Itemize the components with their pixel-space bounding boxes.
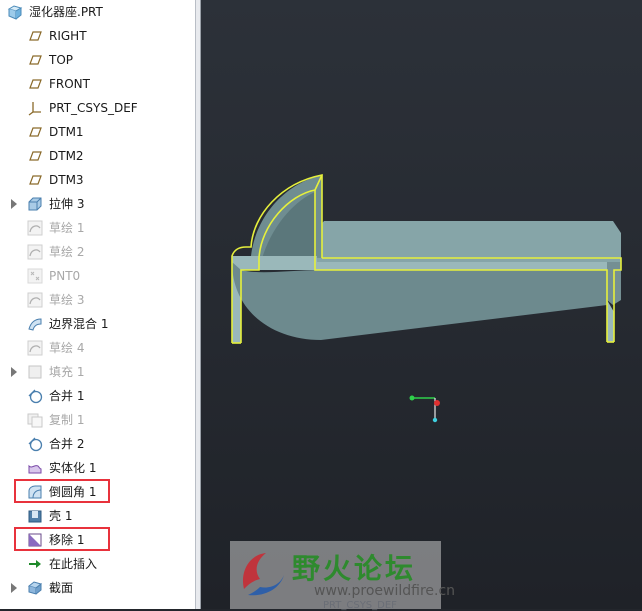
tree-item-label: 边界混合 1 bbox=[49, 317, 109, 331]
tree-item[interactable]: FRONT bbox=[0, 72, 195, 96]
sketch-icon bbox=[27, 340, 43, 356]
tree-item[interactable]: 壳 1 bbox=[0, 504, 195, 528]
merge-icon bbox=[27, 388, 43, 404]
copy-icon bbox=[27, 412, 43, 428]
watermark-url: www.proewildfire.cn bbox=[314, 583, 456, 599]
extrude-icon bbox=[27, 196, 43, 212]
datum-plane-icon bbox=[27, 148, 43, 164]
part-curved-face bbox=[232, 262, 607, 340]
tree-item-label: 合并 1 bbox=[49, 389, 85, 403]
tree-item[interactable]: DTM2 bbox=[0, 144, 195, 168]
tree-item-label: RIGHT bbox=[49, 29, 87, 43]
expand-arrow-icon[interactable] bbox=[11, 367, 17, 377]
tree-item-label: 截面 bbox=[49, 581, 74, 595]
tree-item[interactable]: 草绘 2 bbox=[0, 240, 195, 264]
tree-item[interactable]: PRT_CSYS_DEF bbox=[0, 96, 195, 120]
tree-item[interactable]: 边界混合 1 bbox=[0, 312, 195, 336]
fill-icon bbox=[27, 364, 43, 380]
csys-icon bbox=[27, 100, 43, 116]
tree-item[interactable]: DTM1 bbox=[0, 120, 195, 144]
tree-item[interactable]: DTM3 bbox=[0, 168, 195, 192]
tree-item-label: FRONT bbox=[49, 77, 90, 91]
tree-item[interactable]: 草绘 1 bbox=[0, 216, 195, 240]
tree-item[interactable]: 合并 2 bbox=[0, 432, 195, 456]
insert-here-arrow-icon bbox=[27, 556, 43, 572]
tree-item-label: PNT0 bbox=[49, 269, 81, 283]
tree-item-label: 合并 2 bbox=[49, 437, 85, 451]
graphics-viewport[interactable] bbox=[201, 0, 642, 609]
tree-item[interactable]: 拉伸 3 bbox=[0, 192, 195, 216]
remove-icon bbox=[27, 532, 43, 548]
part-model-3d bbox=[231, 174, 622, 423]
part-top-surface bbox=[317, 221, 621, 262]
csys-triad-icon bbox=[409, 395, 440, 423]
tree-item-label: DTM3 bbox=[49, 173, 84, 187]
datum-plane-icon bbox=[27, 28, 43, 44]
solidify-icon bbox=[27, 460, 43, 476]
tree-item-label: 草绘 4 bbox=[49, 341, 85, 355]
tree-item-label: 移除 1 bbox=[49, 533, 85, 547]
tree-item-label: 拉伸 3 bbox=[49, 197, 85, 211]
tree-item[interactable]: 截面 bbox=[0, 576, 195, 600]
tree-item-label: 复制 1 bbox=[49, 413, 85, 427]
tree-item[interactable]: 复制 1 bbox=[0, 408, 195, 432]
tree-item[interactable]: PNT0 bbox=[0, 264, 195, 288]
datum-plane-icon bbox=[27, 76, 43, 92]
tree-item-label: 实体化 1 bbox=[49, 461, 97, 475]
tree-item-label: TOP bbox=[49, 53, 74, 67]
sketch-icon bbox=[27, 220, 43, 236]
tree-item-label: DTM1 bbox=[49, 125, 84, 139]
tree-item-label: PRT_CSYS_DEF bbox=[49, 101, 138, 115]
tree-item[interactable]: 实体化 1 bbox=[0, 456, 195, 480]
watermark-logo-icon bbox=[242, 553, 284, 596]
tree-item[interactable]: 合并 1 bbox=[0, 384, 195, 408]
tree-item-label: 壳 1 bbox=[49, 509, 73, 523]
tree-root-label: 湿化器座.PRT bbox=[29, 5, 103, 19]
datum-point-icon bbox=[27, 268, 43, 284]
expand-arrow-icon[interactable] bbox=[11, 583, 17, 593]
tree-item[interactable]: 倒圆角 1 bbox=[0, 480, 195, 504]
tree-item[interactable]: 移除 1 bbox=[0, 528, 195, 552]
watermark-title: 野火论坛 bbox=[292, 552, 417, 585]
tree-item-label: 填充 1 bbox=[49, 365, 85, 379]
tree-item[interactable]: 填充 1 bbox=[0, 360, 195, 384]
sketch-icon bbox=[27, 292, 43, 308]
model-tree: 湿化器座.PRT RIGHT TOP FRONT PRT_CSYS_DEF DTM1 DTM… bbox=[0, 0, 195, 609]
tree-root-part[interactable]: 湿化器座.PRT bbox=[0, 0, 195, 24]
tree-item-label: DTM2 bbox=[49, 149, 84, 163]
viewport-csys-label: PRT_CSYS_DEF bbox=[323, 600, 397, 611]
tree-item-label: 草绘 3 bbox=[49, 293, 85, 307]
boundary-blend-icon bbox=[27, 316, 43, 332]
merge-icon bbox=[27, 436, 43, 452]
tree-item[interactable]: TOP bbox=[0, 48, 195, 72]
tree-item[interactable]: 草绘 4 bbox=[0, 336, 195, 360]
tree-item-label: 草绘 1 bbox=[49, 221, 85, 235]
section-icon bbox=[27, 580, 43, 596]
expand-arrow-icon[interactable] bbox=[11, 199, 17, 209]
sketch-icon bbox=[27, 244, 43, 260]
tree-item[interactable]: 草绘 3 bbox=[0, 288, 195, 312]
part-icon bbox=[7, 4, 23, 20]
shell-icon bbox=[27, 508, 43, 524]
datum-plane-icon bbox=[27, 52, 43, 68]
tree-item-label: 倒圆角 1 bbox=[49, 485, 97, 499]
tree-item-label: 在此插入 bbox=[49, 557, 98, 571]
datum-plane-icon bbox=[27, 172, 43, 188]
forum-watermark: 野火论坛 www.proewildfire.cn bbox=[230, 541, 455, 609]
datum-plane-icon bbox=[27, 124, 43, 140]
round-icon bbox=[27, 484, 43, 500]
tree-item-label: 草绘 2 bbox=[49, 245, 85, 259]
tree-item[interactable]: RIGHT bbox=[0, 24, 195, 48]
tree-item[interactable]: 在此插入 bbox=[0, 552, 195, 576]
